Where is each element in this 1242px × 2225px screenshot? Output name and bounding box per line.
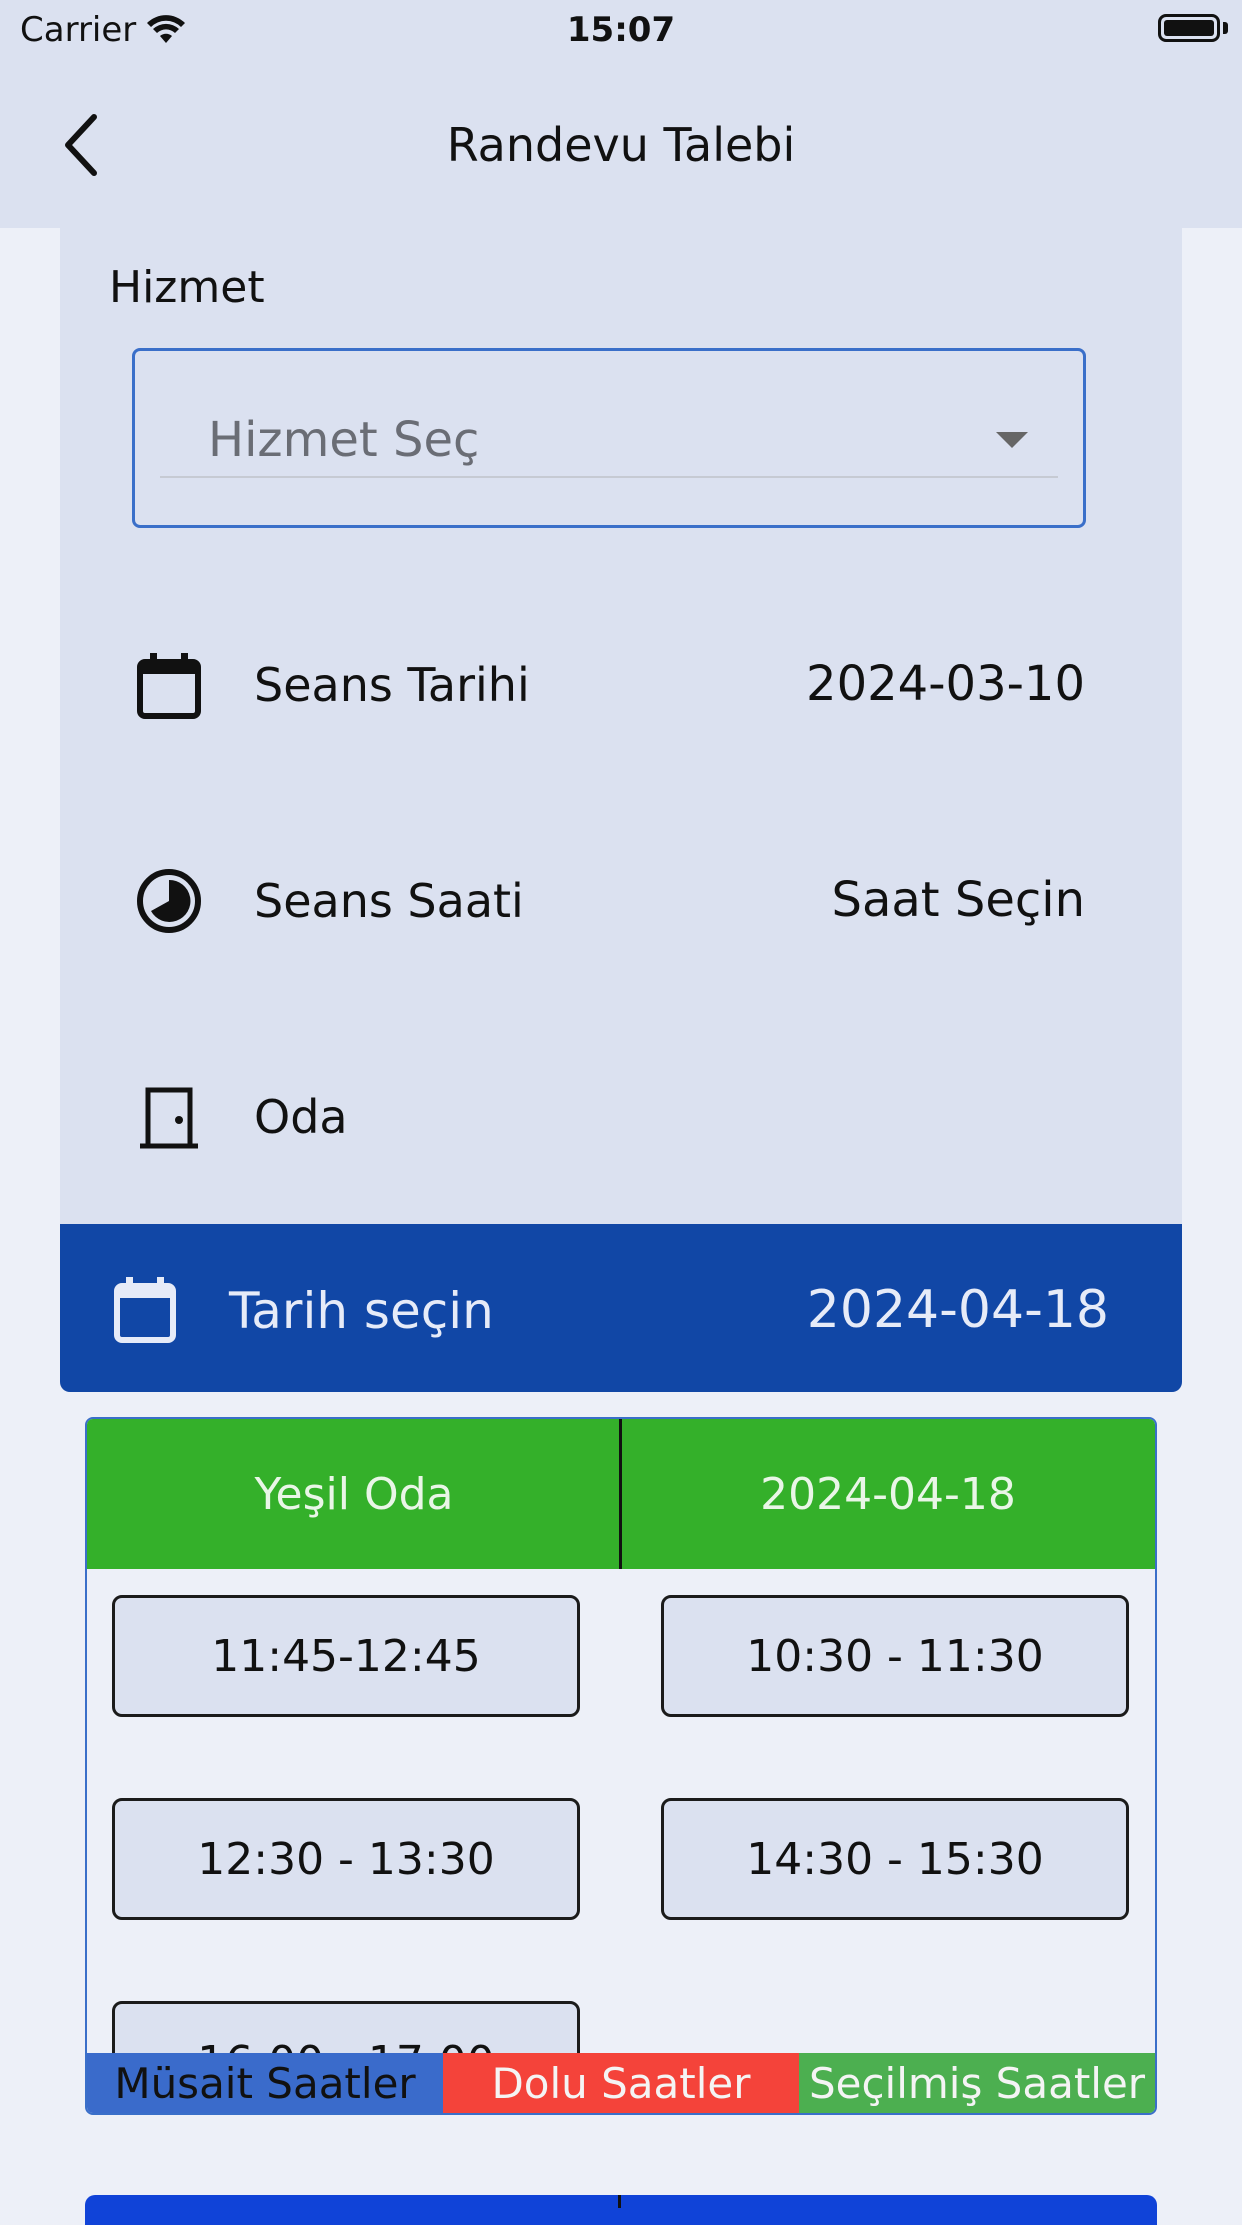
service-label: Hizmet bbox=[109, 262, 265, 313]
date-picker-value: 2024-04-18 bbox=[806, 1280, 1109, 1340]
caret-down-icon[interactable] bbox=[996, 432, 1028, 448]
date-picker-label: Tarih seçin bbox=[229, 1282, 494, 1340]
next-schedule-header bbox=[85, 2195, 1157, 2225]
door-icon bbox=[140, 1087, 198, 1149]
status-time: 15:07 bbox=[566, 10, 676, 50]
calendar-icon bbox=[114, 1277, 176, 1343]
session-date-label: Seans Tarihi bbox=[254, 658, 530, 712]
clock-icon bbox=[137, 869, 201, 933]
session-time-value[interactable]: Saat Seçin bbox=[831, 872, 1085, 928]
next-header-divider bbox=[618, 2195, 621, 2208]
schedule-table: Yeşil Oda 2024-04-18 11:45-12:45 10:30 -… bbox=[85, 1417, 1157, 2115]
calendar-icon bbox=[137, 653, 201, 719]
time-slot[interactable]: 14:30 - 15:30 bbox=[661, 1798, 1129, 1920]
schedule-date-header: 2024-04-18 bbox=[760, 1468, 1016, 1520]
battery-icon bbox=[1158, 14, 1220, 42]
legend-bar: Müsait Saatler Dolu Saatler Seçilmiş Saa… bbox=[87, 2053, 1155, 2113]
room-name-header: Yeşil Oda bbox=[254, 1468, 454, 1520]
legend-available: Müsait Saatler bbox=[87, 2053, 443, 2113]
time-slot[interactable]: 10:30 - 11:30 bbox=[661, 1595, 1129, 1717]
time-slot[interactable]: 11:45-12:45 bbox=[112, 1595, 580, 1717]
time-slot[interactable]: 12:30 - 13:30 bbox=[112, 1798, 580, 1920]
legend-booked: Dolu Saatler bbox=[443, 2053, 799, 2113]
header-divider bbox=[619, 1419, 622, 1569]
service-select-placeholder: Hizmet Seç bbox=[208, 412, 480, 468]
page-title: Randevu Talebi bbox=[446, 118, 796, 172]
battery-cap bbox=[1223, 22, 1228, 34]
session-time-label: Seans Saati bbox=[254, 874, 524, 928]
service-select-underline bbox=[160, 476, 1058, 478]
session-date-value[interactable]: 2024-03-10 bbox=[806, 656, 1085, 712]
legend-selected: Seçilmiş Saatler bbox=[799, 2053, 1155, 2113]
room-label: Oda bbox=[254, 1090, 348, 1144]
